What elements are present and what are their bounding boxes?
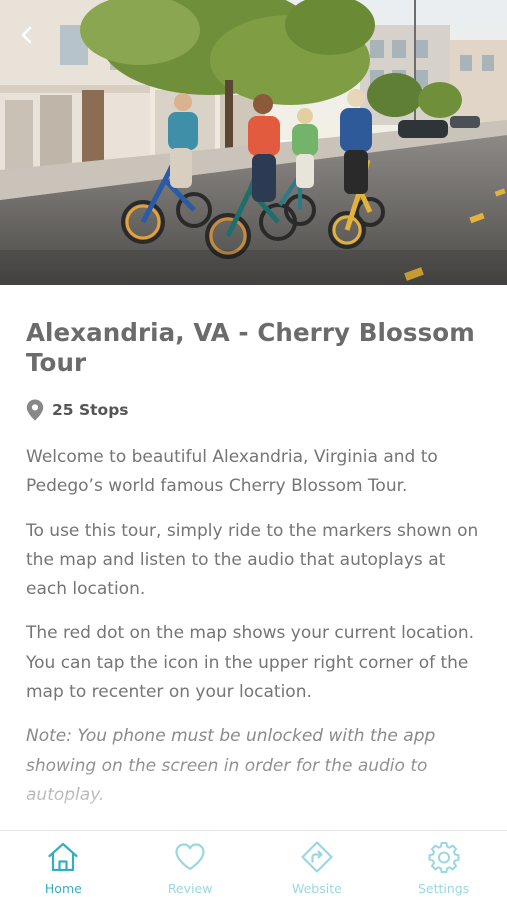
directions-icon [301,841,333,873]
tab-label: Website [291,881,342,896]
bottom-tab-bar: Home Review Website Settings [0,830,507,901]
tour-title: Alexandria, VA - Cherry Blossom Tour [26,318,475,377]
tab-label: Home [44,881,82,896]
back-button[interactable] [10,18,44,52]
tab-label: Review [167,881,213,896]
description-paragraph: The red dot on the map shows your curren… [26,623,475,703]
stops-count: 25 Stops [26,398,484,422]
chevron-left-icon [21,26,32,44]
heart-icon [175,843,205,871]
tour-details: Alexandria, VA - Cherry Blossom Tour 25 … [26,318,484,810]
tab-website[interactable]: Website [254,831,381,901]
hero-image [0,0,507,285]
autoplay-note: Note: You phone must be unlocked with th… [26,726,436,805]
description-paragraph: To use this tour, simply ride to the mar… [26,520,479,600]
map-pin-icon [26,399,44,421]
tab-label: Settings [417,881,470,896]
tab-review[interactable]: Review [127,831,254,901]
description-paragraph: Welcome to beautiful Alexandria, Virgini… [26,447,438,497]
gear-icon [428,842,460,873]
tab-settings[interactable]: Settings [380,831,507,901]
tab-home[interactable]: Home [0,831,127,901]
stops-label: 25 Stops [52,401,129,419]
home-icon [48,842,78,872]
